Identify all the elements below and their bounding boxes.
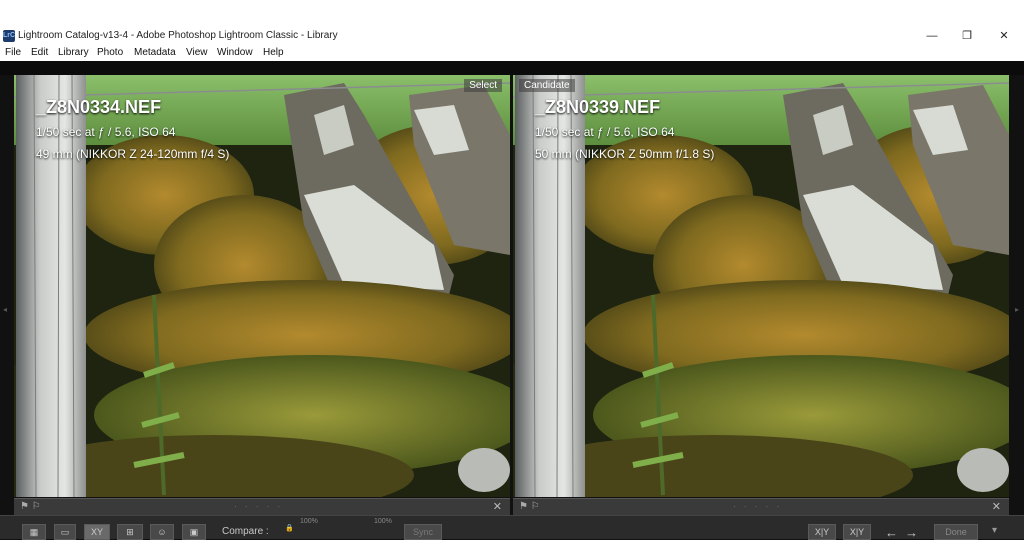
select-badge: Select <box>464 79 502 92</box>
menu-window[interactable]: Window <box>217 47 253 58</box>
zoom-left-value: 100% <box>300 518 318 525</box>
select-flag-bar: ⚑ ⚐ · · · · · ✕ <box>14 498 510 515</box>
flag-icon[interactable]: ⚑ ⚐ <box>20 501 41 512</box>
select-lens: 49 mm (NIKKOR Z 24-120mm f/4 S) <box>36 147 230 161</box>
candidate-exposure: 1/50 sec at ƒ / 5.6, ISO 64 <box>535 125 675 139</box>
menu-photo[interactable]: Photo <box>97 47 123 58</box>
rating-dots[interactable]: · · · · · <box>733 502 782 511</box>
candidate-photo-pane[interactable]: Candidate _Z8N0339.NEF 1/50 sec at ƒ / 5… <box>513 75 1009 497</box>
window-title: Lightroom Catalog-v13-4 - Adobe Photosho… <box>18 30 338 41</box>
top-blank-area <box>0 0 1024 27</box>
menu-library[interactable]: Library <box>58 47 89 58</box>
lightroom-app-icon: LrC <box>3 30 15 42</box>
candidate-badge: Candidate <box>519 79 575 92</box>
select-exposure: 1/50 sec at ƒ / 5.6, ISO 64 <box>36 125 176 139</box>
remove-candidate-icon[interactable]: ✕ <box>992 500 1001 513</box>
flag-icon[interactable]: ⚑ ⚐ <box>519 501 540 512</box>
compare-label: Compare : <box>222 526 269 537</box>
menu-file[interactable]: File <box>5 47 21 58</box>
menu-view[interactable]: View <box>186 47 208 58</box>
close-button[interactable]: ✕ <box>989 28 1019 44</box>
minimize-button[interactable]: — <box>917 28 947 44</box>
bottom-toolbar: ▦ ▭ XY ⊞ ☺ ▣ Compare : 🔒 100% 100% Sync … <box>0 515 1024 540</box>
menu-help[interactable]: Help <box>263 47 284 58</box>
menu-metadata[interactable]: Metadata <box>134 47 176 58</box>
rating-dots[interactable]: · · · · · <box>234 502 283 511</box>
toolbar-menu-icon[interactable]: ▾ <box>992 525 997 536</box>
left-panel-toggle-icon[interactable]: ◂ <box>3 305 7 314</box>
select-photo-pane[interactable]: Select _Z8N0334.NEF 1/50 sec at ƒ / 5.6,… <box>14 75 510 497</box>
select-filename: _Z8N0334.NEF <box>36 97 162 117</box>
restore-button[interactable]: ❐ <box>952 28 982 44</box>
menu-bar: File Edit Library Photo Metadata View Wi… <box>0 45 1024 61</box>
right-panel-toggle-icon[interactable]: ▸ <box>1015 305 1019 314</box>
zoom-lock-icon[interactable]: 🔒 <box>285 524 294 532</box>
zoom-right-value: 100% <box>374 518 392 525</box>
candidate-lens: 50 mm (NIKKOR Z 50mm f/1.8 S) <box>535 147 715 161</box>
module-header-band <box>0 61 1024 75</box>
title-bar: LrC Lightroom Catalog-v13-4 - Adobe Phot… <box>0 27 1024 45</box>
candidate-filename: _Z8N0339.NEF <box>535 97 661 117</box>
candidate-flag-bar: ⚑ ⚐ · · · · · ✕ <box>513 498 1009 515</box>
remove-select-icon[interactable]: ✕ <box>493 500 502 513</box>
menu-edit[interactable]: Edit <box>31 47 48 58</box>
